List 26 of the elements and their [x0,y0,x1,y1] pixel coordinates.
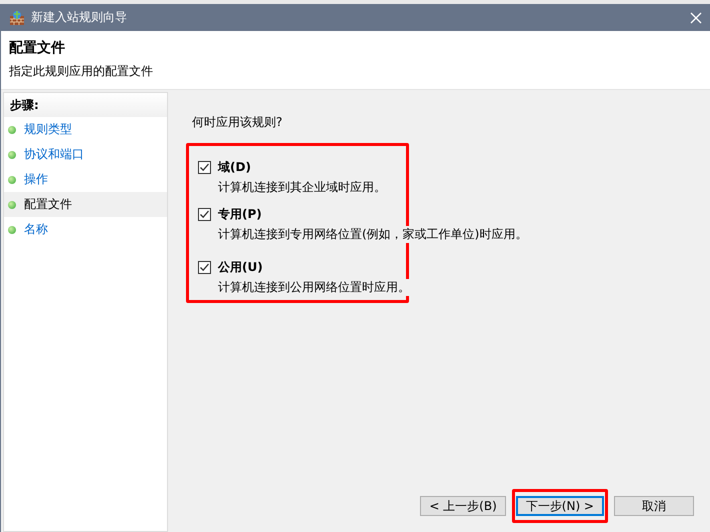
step-item[interactable]: 名称 [4,217,167,242]
question-text: 何时应用该规则? [192,114,284,131]
option-description: 计算机连接到公用网络位置时应用。 [218,279,410,296]
step-item[interactable]: 配置文件 [4,192,167,217]
checkbox[interactable] [198,261,211,274]
option-label[interactable]: 公用(U) [218,259,263,276]
checkbox[interactable] [198,208,211,221]
wizard-button[interactable]: < 上一步(B) [420,496,506,516]
page-title: 配置文件 [9,39,66,57]
firewall-icon [9,10,25,26]
step-bullet-icon [8,150,16,158]
step-bullet-icon [8,226,16,234]
step-bullet-icon [8,200,16,208]
step-item[interactable]: 规则类型 [4,117,167,142]
step-bullet-icon [8,176,16,184]
next-button[interactable]: 下一步(N) > [516,496,604,516]
step-item[interactable]: 操作 [4,167,167,192]
checkbox[interactable] [198,161,211,174]
option-label[interactable]: 域(D) [218,159,251,176]
close-icon[interactable] [690,12,702,24]
option-label[interactable]: 专用(P) [218,206,262,223]
step-item[interactable]: 协议和端口 [4,142,167,167]
page-subtitle: 指定此规则应用的配置文件 [9,63,154,80]
step-bullet-icon [8,126,16,134]
window-title: 新建入站规则向导 [31,9,128,26]
wizard-button[interactable]: 取消 [614,496,694,516]
